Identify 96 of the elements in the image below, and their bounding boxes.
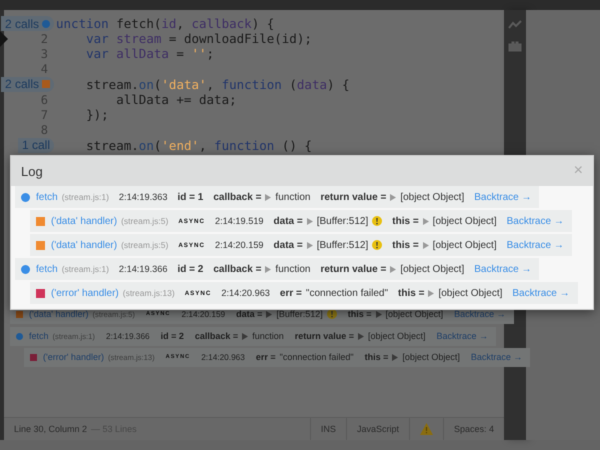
param-value: [object Object] xyxy=(432,240,497,250)
cursor-position: Line 30, Column 2 xyxy=(14,424,88,434)
code-line: }); xyxy=(85,107,109,122)
source-location: (stream.js:5) xyxy=(121,240,168,250)
function-link[interactable]: ('data' handler) xyxy=(29,309,88,320)
param-label: id = 1 xyxy=(177,192,204,202)
backtrace-link[interactable]: Backtrace → xyxy=(454,309,506,320)
timestamp: 2:14:19.366 xyxy=(106,332,150,341)
timestamp: 2:14:20.963 xyxy=(201,352,245,362)
source-location: (stream.js:1) xyxy=(62,264,109,274)
expand-triangle-icon[interactable] xyxy=(265,266,272,272)
expand-triangle-icon[interactable] xyxy=(306,242,313,248)
expand-triangle-icon[interactable] xyxy=(242,332,248,340)
param-value: "connection failed" xyxy=(280,352,354,362)
toolbox-icon[interactable] xyxy=(508,40,522,52)
language-mode[interactable]: JavaScript xyxy=(346,418,409,440)
param-label: callback = xyxy=(213,192,262,202)
param-label: this = xyxy=(392,240,419,250)
param-label: id = 2 xyxy=(177,264,204,274)
param-value: "connection failed" xyxy=(306,288,388,298)
param-label: return value = xyxy=(294,331,354,342)
expand-triangle-icon[interactable] xyxy=(266,310,272,318)
function-link[interactable]: ('error' handler) xyxy=(51,288,119,298)
param-value: [object Object] xyxy=(400,192,464,202)
expand-triangle-icon[interactable] xyxy=(428,290,434,296)
param-value: [object Object] xyxy=(438,288,502,298)
expand-triangle-icon[interactable] xyxy=(376,310,382,318)
backtrace-link[interactable]: Backtrace → xyxy=(474,264,532,274)
expand-triangle-icon[interactable] xyxy=(392,354,398,361)
param-value: function xyxy=(275,264,310,274)
call-count-badge[interactable]: 1 call xyxy=(18,138,54,153)
param-value: [object Object] xyxy=(432,216,497,226)
function-link[interactable]: ('error' handler) xyxy=(43,352,104,362)
expand-triangle-icon[interactable] xyxy=(306,218,313,224)
backtrace-link[interactable]: Backtrace → xyxy=(512,288,570,298)
source-location: (stream.js:1) xyxy=(62,192,109,202)
function-link[interactable]: ('data' handler) xyxy=(51,216,118,226)
param-label: this = xyxy=(364,352,388,362)
param-value: [object Object] xyxy=(368,331,426,342)
param-label: data = xyxy=(236,309,262,320)
backtrace-link[interactable]: Backtrace → xyxy=(436,331,488,342)
code-line: var allData = ''; xyxy=(85,46,214,62)
param-label: return value = xyxy=(320,264,386,274)
timestamp: 2:14:19.519 xyxy=(215,216,264,226)
code-line: stream.on('end', function () { xyxy=(85,138,312,153)
function-link[interactable]: fetch xyxy=(36,264,58,274)
backtrace-link[interactable]: Backtrace → xyxy=(506,240,564,250)
expand-triangle-icon[interactable] xyxy=(390,194,396,200)
function-link[interactable]: fetch xyxy=(36,192,58,202)
insert-mode[interactable]: INS xyxy=(310,418,346,440)
expand-triangle-icon[interactable] xyxy=(422,218,429,224)
backtrace-link[interactable]: Backtrace → xyxy=(506,216,564,226)
code-line: stream.on('data', function (data) { xyxy=(85,76,350,92)
expand-triangle-icon[interactable] xyxy=(358,332,364,340)
code-line: unction fetch(id, callback) { xyxy=(56,16,274,32)
expand-triangle-icon[interactable] xyxy=(390,266,396,272)
trend-line-icon[interactable] xyxy=(508,20,522,30)
param-label: err = xyxy=(256,352,276,362)
function-link[interactable]: ('data' handler) xyxy=(51,240,118,250)
param-value: [object Object] xyxy=(386,309,444,320)
warning-icon[interactable] xyxy=(420,423,433,435)
param-value: function xyxy=(275,192,310,202)
timestamp: 2:14:20.159 xyxy=(215,240,264,250)
source-location: (stream.js:13) xyxy=(122,288,175,298)
timestamp: 2:14:20.159 xyxy=(181,310,226,319)
param-label: callback = xyxy=(213,264,262,274)
call-count-badge[interactable]: 2 calls xyxy=(0,76,54,92)
param-value: [Buffer:512] xyxy=(276,309,323,320)
param-label: this = xyxy=(398,288,424,298)
param-label: id = 2 xyxy=(160,331,184,342)
expand-triangle-icon[interactable] xyxy=(422,242,429,248)
param-label: this = xyxy=(392,216,419,226)
source-location: (stream.js:5) xyxy=(121,216,168,226)
param-value: [Buffer:512] xyxy=(316,216,368,226)
code-line: allData += data; xyxy=(115,92,237,108)
param-value: [object Object] xyxy=(402,352,460,362)
param-value: [Buffer:512] xyxy=(316,240,368,250)
call-count-badge[interactable]: 2 calls xyxy=(0,16,54,32)
function-link[interactable]: fetch xyxy=(29,331,49,342)
timestamp: 2:14:19.366 xyxy=(118,264,168,274)
backtrace-link[interactable]: Backtrace → xyxy=(474,192,532,202)
param-label: return value = xyxy=(320,192,386,202)
param-label: this = xyxy=(348,309,372,320)
timestamp: 2:14:20.963 xyxy=(221,288,270,298)
param-label: err = xyxy=(280,288,302,298)
param-value: function xyxy=(252,331,284,342)
backtrace-link[interactable]: Backtrace → xyxy=(470,352,522,362)
param-label: data = xyxy=(274,240,303,250)
popup-title: Log xyxy=(21,164,43,178)
code-line: var stream = downloadFile(id); xyxy=(85,31,312,46)
timestamp: 2:14:19.363 xyxy=(118,192,168,202)
expand-triangle-icon[interactable] xyxy=(265,194,272,200)
param-label: callback = xyxy=(194,331,238,342)
param-label: data = xyxy=(274,216,303,226)
close-button[interactable]: × xyxy=(574,163,583,179)
param-value: [object Object] xyxy=(400,264,464,274)
